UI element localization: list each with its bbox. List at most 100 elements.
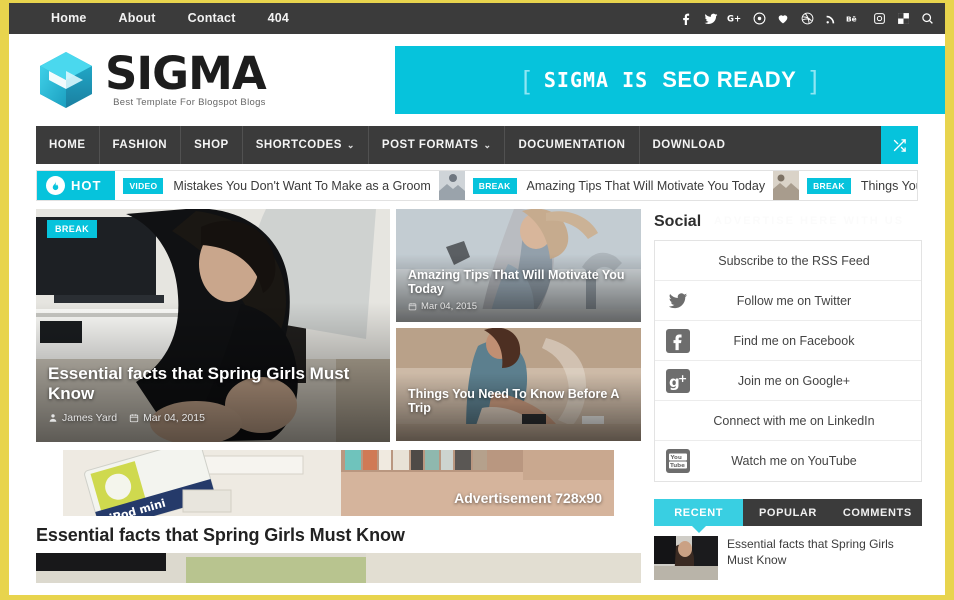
instagram-icon[interactable] xyxy=(867,3,891,34)
ticker-thumbnail xyxy=(773,171,800,200)
news-ticker: HOT VIDEO Mistakes You Don't Want To Mak… xyxy=(36,170,918,201)
svg-text:Bē: Bē xyxy=(846,14,857,23)
recent-posts-list: Essential facts that Spring Girls Must K… xyxy=(654,536,922,580)
nav-item-shop[interactable]: SHOP xyxy=(181,126,243,164)
tab-recent[interactable]: RECENT xyxy=(654,499,744,533)
page-frame: Home About Contact 404 G+ Bē SIGMA Best … xyxy=(0,0,954,600)
nav-label: SHOP xyxy=(194,139,229,151)
site-logo[interactable]: SIGMA Best Template For Blogspot Blogs xyxy=(35,49,371,111)
ticker-badge: VIDEO xyxy=(123,177,164,194)
tab-comments[interactable]: COMMENTS xyxy=(833,499,922,526)
rss-icon[interactable] xyxy=(819,3,843,34)
ticker-item[interactable]: VIDEO Mistakes You Don't Want To Make as… xyxy=(115,171,431,200)
ticker-title: Mistakes You Don't Want To Make as a Gro… xyxy=(173,178,431,193)
social-link-label: Watch me on YouTube xyxy=(731,454,857,468)
twitter-icon[interactable] xyxy=(699,3,723,34)
social-link-youtube[interactable]: You Tube Watch me on YouTube xyxy=(655,441,921,481)
widget-title-text: Social xyxy=(654,213,702,230)
nav-item-home[interactable]: HOME xyxy=(36,126,100,164)
topnav-item-contact[interactable]: Contact xyxy=(172,3,252,34)
nav-label: DOWNLOAD xyxy=(652,139,726,151)
google-plus-icon[interactable]: G+ xyxy=(723,3,747,34)
logo-text: SIGMA Best Template For Blogspot Blogs xyxy=(105,47,267,108)
calendar-icon xyxy=(129,414,139,423)
social-link-label: Connect with me on LinkedIn xyxy=(713,413,875,428)
widget-title-social: Social ADVERTISE HERE WITH US xyxy=(654,209,922,240)
shuffle-icon[interactable] xyxy=(881,126,918,164)
youtube-icon: You Tube xyxy=(665,448,691,474)
chevron-down-icon: ⌄ xyxy=(346,139,355,150)
behance-icon[interactable]: Bē xyxy=(843,3,867,34)
social-link-label: Follow me on Twitter xyxy=(736,293,852,308)
ticker-item[interactable]: BREAK Amazing Tips That Will Motivate Yo… xyxy=(431,171,765,200)
featured-posts-side-column: Amazing Tips That Will Motivate You Toda… xyxy=(396,209,641,442)
calendar-icon xyxy=(408,303,417,311)
featured-post-small[interactable]: Things You Need To Know Before A Trip xyxy=(396,328,641,441)
recent-post-item[interactable]: Essential facts that Spring Girls Must K… xyxy=(654,536,922,580)
featured-post-title[interactable]: Things You Need To Know Before A Trip xyxy=(408,387,629,415)
nav-label: SHORTCODES xyxy=(255,139,342,151)
content-area: BREAK Essential facts that Spring Girls … xyxy=(36,209,922,583)
main-column: BREAK Essential facts that Spring Girls … xyxy=(36,209,641,583)
dribbble-icon[interactable] xyxy=(795,3,819,34)
search-icon[interactable] xyxy=(915,3,939,34)
advertisement-banner[interactable]: iPod mini Advertisement 728x90 xyxy=(36,450,641,516)
ticker-title: Things You Need To Know Before A Trip xyxy=(860,178,917,193)
nav-item-fashion[interactable]: FASHION xyxy=(100,126,182,164)
nav-label: POST FORMATS xyxy=(381,139,479,151)
svg-text:You: You xyxy=(670,455,682,461)
main-navigation: HOME FASHION SHOP SHORTCODES ⌄ POST FORMA… xyxy=(36,126,918,164)
facebook-icon[interactable] xyxy=(675,3,699,34)
sidebar-tabs: RECENT POPULAR COMMENTS xyxy=(654,499,922,533)
sigma-cube-icon xyxy=(35,49,97,111)
ticker-hot-label: HOT xyxy=(37,171,116,200)
nav-item-download[interactable]: DOWNLOAD xyxy=(640,126,739,164)
ticker-title: Amazing Tips That Will Motivate You Toda… xyxy=(526,178,766,193)
svg-text:G+: G+ xyxy=(727,15,741,25)
nav-label: HOME xyxy=(49,139,86,151)
nav-item-documentation[interactable]: DOCUMENTATION xyxy=(505,126,640,164)
delicious-icon[interactable] xyxy=(891,3,915,34)
featured-post-small[interactable]: Amazing Tips That Will Motivate You Toda… xyxy=(396,209,641,322)
svg-text:Tube: Tube xyxy=(670,463,685,469)
social-link-twitter[interactable]: Follow me on Twitter xyxy=(655,281,921,321)
social-link-googleplus[interactable]: g + Join me on Google+ xyxy=(655,361,921,401)
post-title[interactable]: Essential facts that Spring Girls Must K… xyxy=(36,525,641,546)
featured-post-title[interactable]: Essential facts that Spring Girls Must K… xyxy=(48,364,378,404)
seo-banner[interactable]: [ SIGMA IS SEO READY ] xyxy=(395,46,945,114)
featured-post-title[interactable]: Amazing Tips That Will Motivate You Toda… xyxy=(408,268,629,296)
bracket-right: ] xyxy=(810,64,818,95)
flame-icon xyxy=(46,176,65,195)
ticker-item[interactable]: BREAK Things You Need To Know Before A T… xyxy=(765,171,917,200)
post-badge: BREAK xyxy=(47,220,98,238)
logo-tagline: Best Template For Blogspot Blogs xyxy=(113,97,266,108)
nav-item-shortcodes[interactable]: SHORTCODES ⌄ xyxy=(243,126,369,164)
ticker-badge: BREAK xyxy=(807,177,851,194)
author-name: James Yard xyxy=(62,412,118,424)
pinterest-icon[interactable] xyxy=(747,3,771,34)
nav-item-post-formats[interactable]: POST FORMATS ⌄ xyxy=(369,126,506,164)
featured-posts-grid: BREAK Essential facts that Spring Girls … xyxy=(36,209,641,442)
social-link-facebook[interactable]: Find me on Facebook xyxy=(655,321,921,361)
social-link-linkedin[interactable]: Connect with me on LinkedIn xyxy=(655,401,921,441)
site-header: SIGMA Best Template For Blogspot Blogs [… xyxy=(9,34,945,126)
date-text: Mar 04, 2015 xyxy=(421,301,477,312)
heart-icon[interactable] xyxy=(771,3,795,34)
topnav-item-home[interactable]: Home xyxy=(35,3,103,34)
logo-wordmark: SIGMA xyxy=(105,47,267,100)
sidebar: Social ADVERTISE HERE WITH US Subscribe … xyxy=(654,209,922,583)
social-link-label: Join me on Google+ xyxy=(737,373,851,388)
social-links-list: Subscribe to the RSS Feed Follow me on T… xyxy=(654,240,922,482)
social-link-label: Subscribe to the RSS Feed xyxy=(718,253,870,268)
post-author: James Yard xyxy=(48,412,117,424)
tab-popular[interactable]: POPULAR xyxy=(743,499,832,526)
topnav-item-404[interactable]: 404 xyxy=(252,3,305,34)
recent-post-title[interactable]: Essential facts that Spring Girls Must K… xyxy=(727,536,922,568)
facebook-icon xyxy=(665,328,691,354)
linkedin-icon xyxy=(665,408,691,434)
social-link-rss[interactable]: Subscribe to the RSS Feed xyxy=(655,241,921,281)
bracket-left: [ xyxy=(522,64,530,95)
post-date: Mar 04, 2015 xyxy=(129,412,205,424)
featured-post-large[interactable]: BREAK Essential facts that Spring Girls … xyxy=(36,209,390,442)
topnav-item-about[interactable]: About xyxy=(103,3,172,34)
